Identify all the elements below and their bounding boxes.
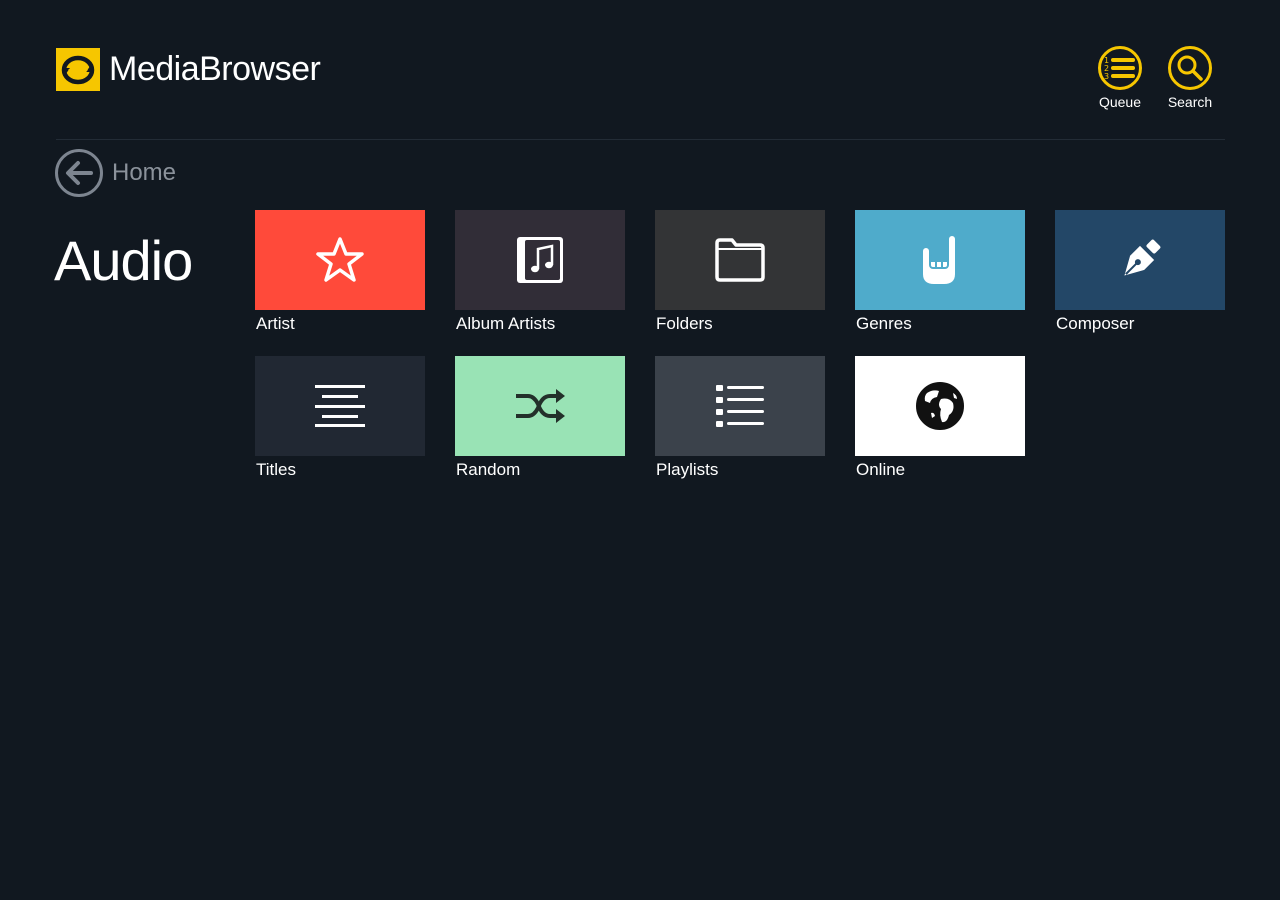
page-title: Audio — [54, 229, 193, 292]
app-logo: MediaBrowser — [56, 48, 321, 91]
tile-label: Album Artists — [456, 314, 556, 333]
tile-label: Online — [856, 460, 906, 479]
sync-logo-icon — [56, 48, 100, 91]
search-button[interactable]: Search — [1155, 46, 1225, 110]
back-label: Home — [112, 159, 177, 186]
tile-online[interactable]: Online — [855, 356, 1025, 480]
tile-face — [455, 210, 625, 310]
tile-face — [655, 210, 825, 310]
music-album-icon — [517, 237, 563, 283]
tile-titles[interactable]: Titles — [255, 356, 425, 480]
tile-label: Playlists — [656, 460, 719, 479]
tile-face — [255, 210, 425, 310]
star-icon — [316, 237, 364, 282]
rock-hand-icon — [923, 236, 955, 284]
search-icon — [1168, 46, 1212, 90]
pen-icon — [1124, 239, 1161, 276]
folder-icon — [715, 238, 765, 282]
svg-text:3: 3 — [1104, 72, 1109, 81]
tile-label: Titles — [256, 460, 296, 479]
tile-label: Composer — [1056, 314, 1135, 333]
tile-face — [855, 356, 1025, 456]
align-center-icon — [315, 385, 365, 427]
shuffle-icon — [516, 389, 565, 423]
tile-face — [855, 210, 1025, 310]
tile-face — [255, 356, 425, 456]
queue-button[interactable]: 1 2 3 Queue — [1085, 46, 1155, 110]
queue-label: Queue — [1098, 94, 1142, 110]
app-title: MediaBrowser — [109, 50, 321, 88]
back-arrow-icon — [55, 149, 103, 197]
tile-genres[interactable]: Genres — [855, 210, 1025, 334]
tile-playlists[interactable]: Playlists — [655, 356, 825, 480]
tile-album-artists[interactable]: Album Artists — [455, 210, 625, 334]
tile-composer[interactable]: Composer — [1055, 210, 1225, 334]
back-home-button[interactable]: Home — [55, 149, 176, 197]
tile-folders[interactable]: Folders — [655, 210, 825, 334]
globe-icon — [916, 382, 964, 430]
tile-label: Folders — [656, 314, 713, 333]
tile-face — [455, 356, 625, 456]
search-label: Search — [1167, 94, 1213, 110]
queue-list-icon: 1 2 3 — [1098, 46, 1142, 90]
tile-label: Random — [456, 460, 521, 479]
tile-random[interactable]: Random — [455, 356, 625, 480]
tile-artist[interactable]: Artist — [255, 210, 425, 334]
tile-label: Artist — [256, 314, 295, 333]
tile-label: Genres — [856, 314, 912, 333]
tile-face — [655, 356, 825, 456]
tile-face — [1055, 210, 1225, 310]
list-icon — [716, 385, 764, 427]
header-divider — [56, 139, 1225, 140]
